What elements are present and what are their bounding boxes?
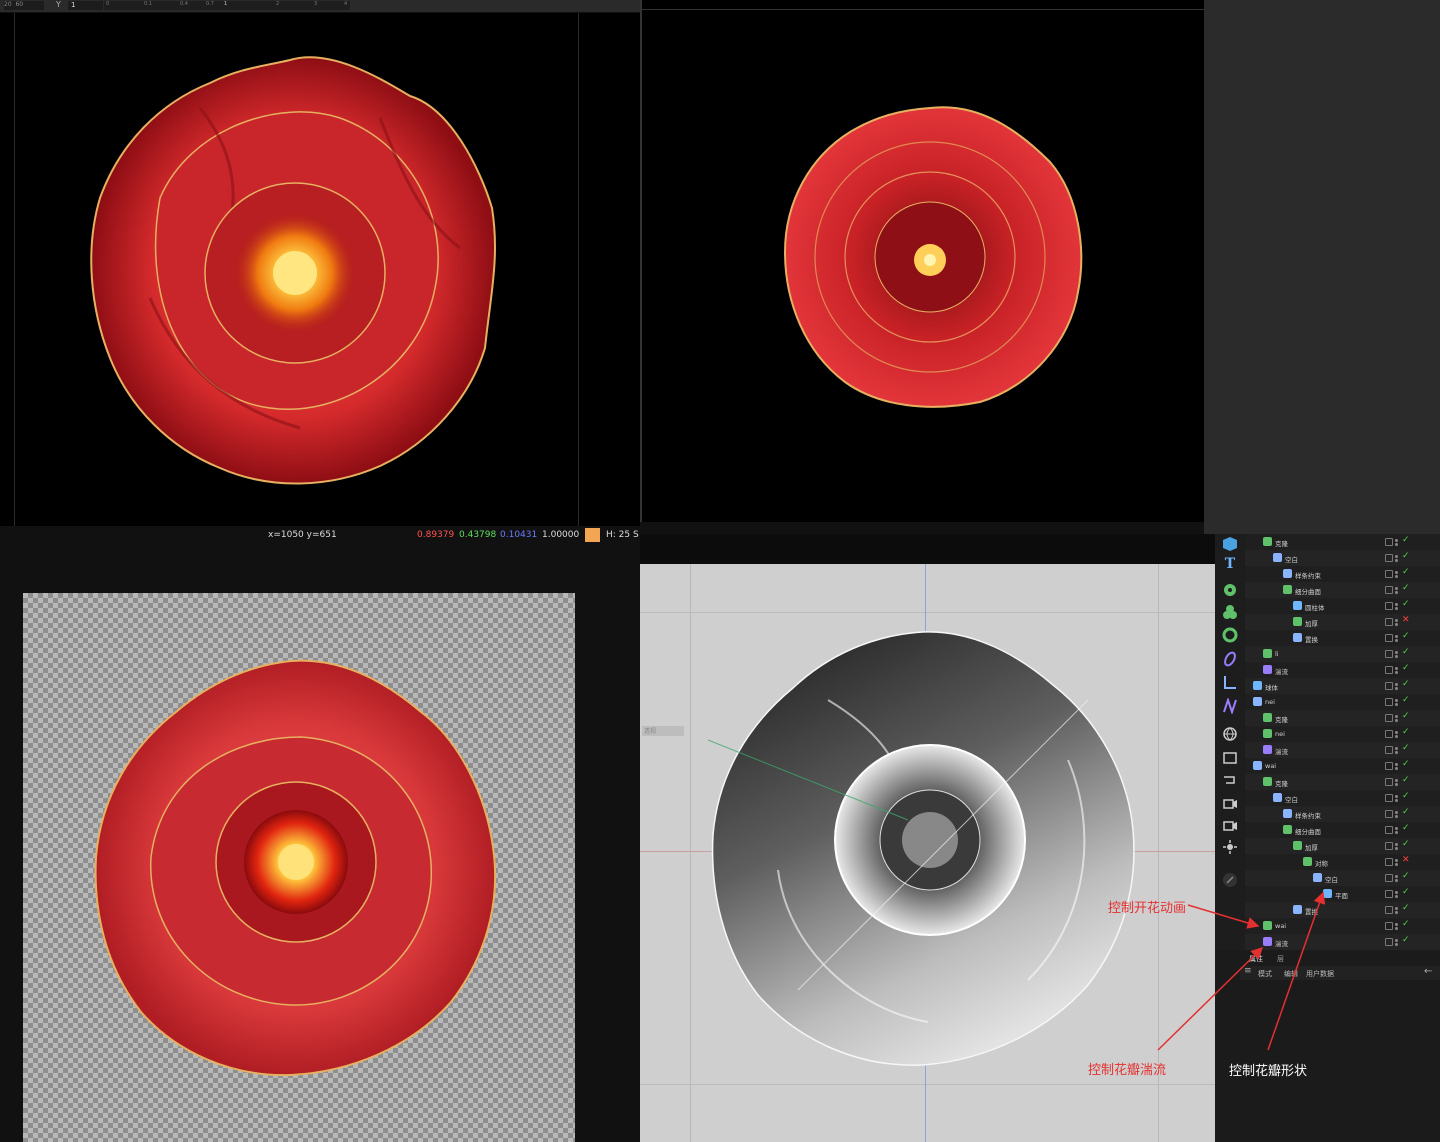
annotation-petal-turbulence: 控制花瓣湍流 [1088, 1063, 1167, 1078]
annotation-petal-shape: 控制花瓣形状 [1229, 1064, 1308, 1079]
annotation-arrows [1157, 891, 1326, 1051]
annotation-bloom-anim: 控制开花动画 [1108, 901, 1187, 916]
